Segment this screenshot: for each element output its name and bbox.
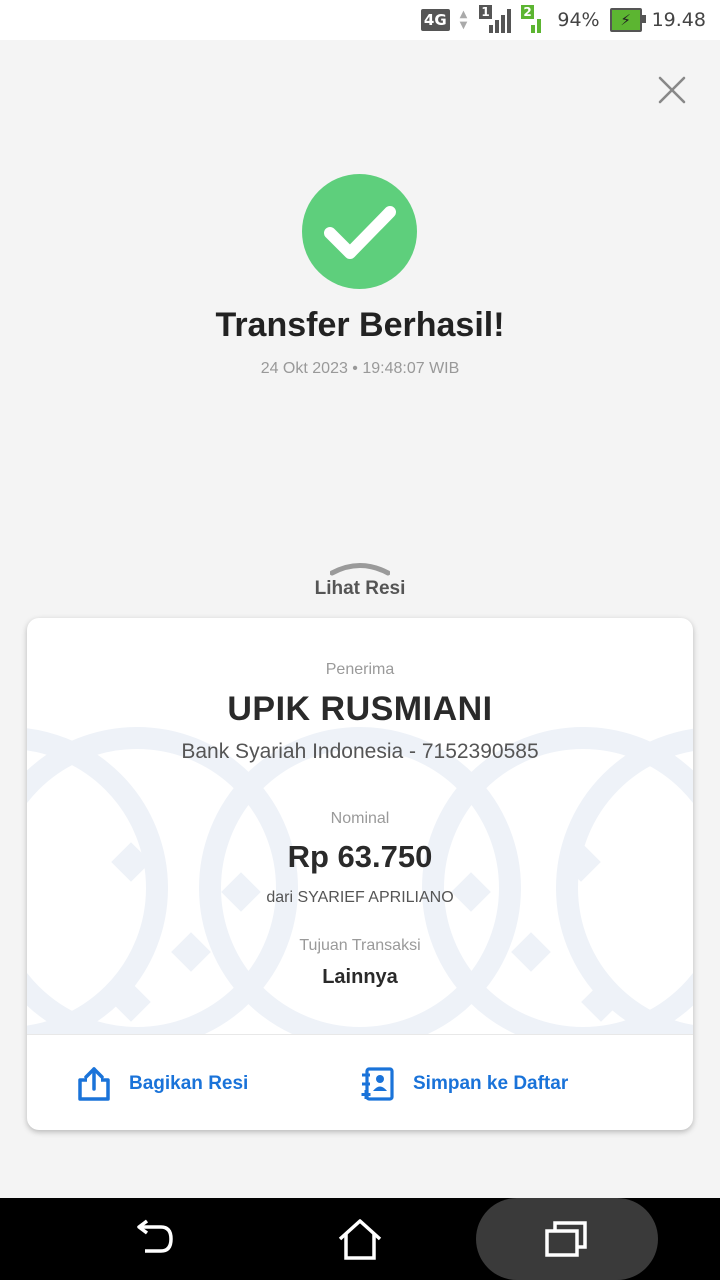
transaction-purpose: Lainnya	[322, 966, 398, 988]
save-contact-icon	[361, 1067, 394, 1101]
back-icon	[137, 1219, 173, 1253]
success-check-icon	[302, 174, 417, 289]
recent-apps-icon	[545, 1221, 587, 1257]
sim1-signal-icon: 1	[479, 5, 512, 33]
close-icon	[658, 76, 686, 104]
recipient-bank-account: Bank Syariah Indonesia - 7152390585	[181, 740, 539, 763]
data-activity-icon: ▲ ▼	[459, 9, 468, 31]
view-receipt-label: Lihat Resi	[314, 578, 406, 599]
page-title: Transfer Berhasil!	[215, 306, 505, 344]
home-button[interactable]	[325, 1198, 395, 1280]
transaction-datetime: 24 Okt 2023 • 19:48:07 WIB	[260, 360, 460, 377]
sim2-label: 2	[521, 5, 534, 19]
amount-label: Nominal	[330, 810, 390, 827]
recipient-label: Penerima	[325, 661, 395, 678]
recent-apps-button[interactable]	[532, 1198, 602, 1280]
save-to-list-label: Simpan ke Daftar	[413, 1073, 569, 1094]
receipt-card: Penerima UPIK RUSMIANI Bank Syariah Indo…	[27, 618, 693, 1130]
home-icon	[338, 1219, 382, 1260]
navigation-bar	[0, 1198, 720, 1280]
network-type: 4G	[420, 9, 450, 31]
back-button[interactable]	[118, 1198, 188, 1280]
transfer-amount: Rp 63.750	[287, 839, 433, 874]
status-bar: 4G ▲ ▼ 1 2 94% ⚡ 19.48	[0, 0, 720, 40]
share-icon	[78, 1067, 110, 1101]
share-receipt-label: Bagikan Resi	[129, 1073, 249, 1094]
battery-percent: 94%	[557, 9, 600, 31]
battery-charging-icon: ⚡	[609, 8, 646, 32]
chevron-up-icon	[330, 563, 390, 576]
clock: 19.48	[651, 9, 706, 31]
save-to-list-button[interactable]: Simpan ke Daftar	[359, 1064, 568, 1104]
sim1-label: 1	[479, 5, 492, 19]
card-divider	[27, 1034, 693, 1035]
recipient-name: UPIK RUSMIANI	[227, 690, 493, 728]
view-receipt-toggle[interactable]: Lihat Resi	[300, 560, 420, 608]
sim2-signal-icon: 2	[521, 5, 547, 33]
close-button[interactable]	[652, 70, 692, 110]
purpose-label: Tujuan Transaksi	[299, 937, 421, 954]
sender-line: dari SYARIEF APRILIANO	[266, 889, 454, 906]
share-receipt-button[interactable]: Bagikan Resi	[77, 1064, 248, 1104]
